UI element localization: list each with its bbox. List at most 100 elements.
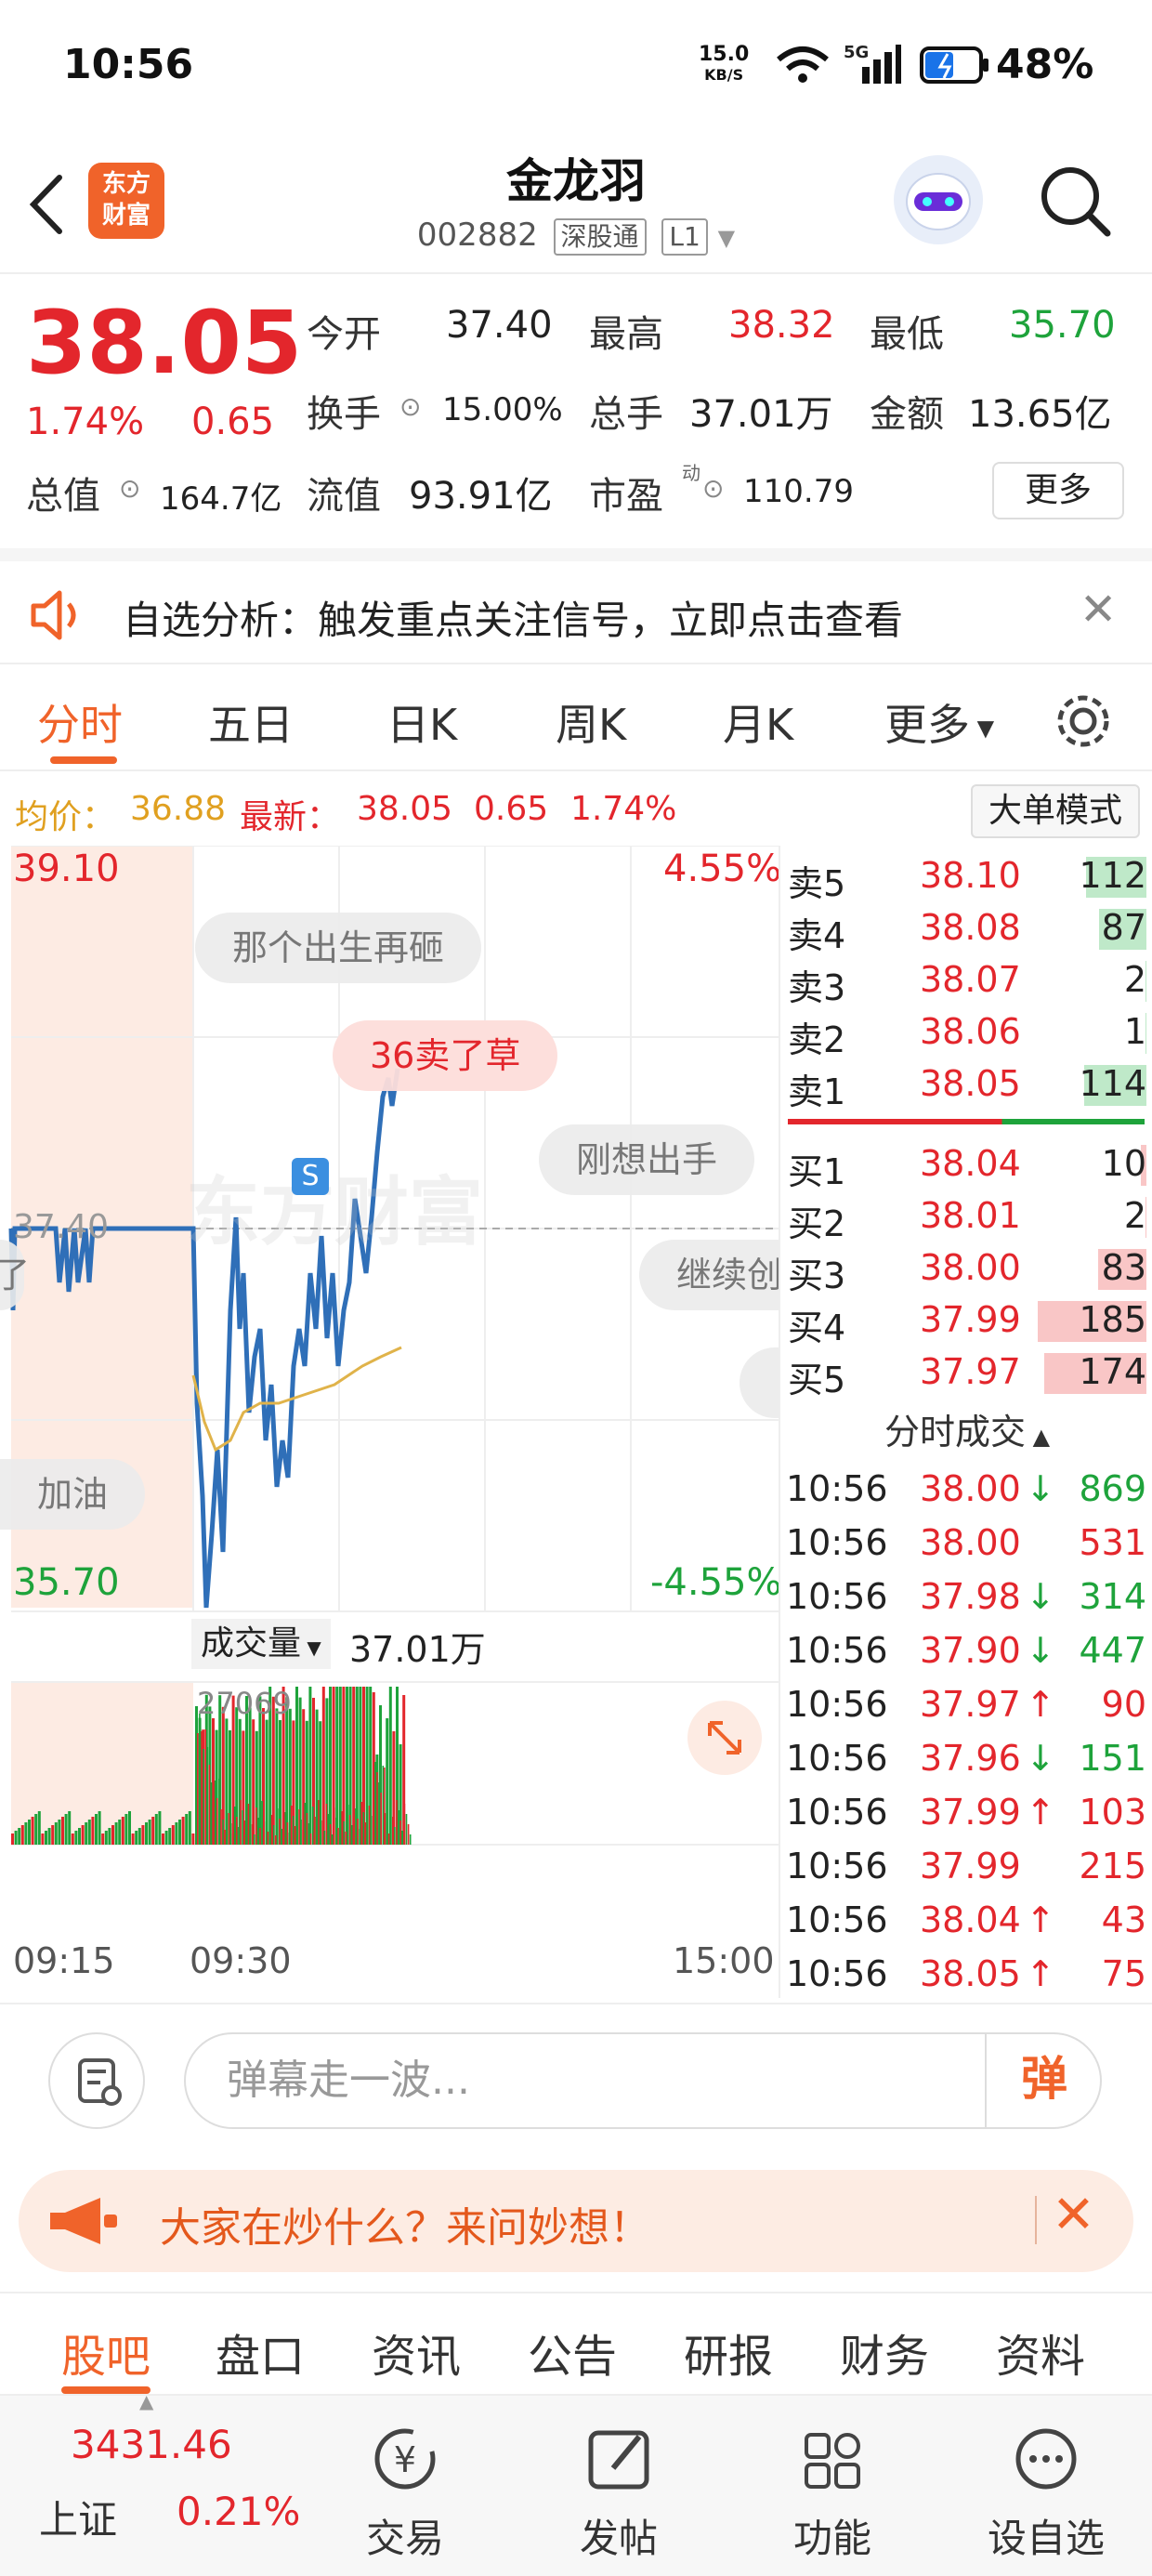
volume-bar	[78, 1828, 81, 1845]
nav-functions[interactable]: 功能	[749, 2396, 916, 2576]
volume-bar	[365, 1687, 369, 1845]
ask-label: 卖4	[788, 915, 846, 956]
volume-bar	[378, 1782, 380, 1845]
danmu-bubble[interactable]: 那个出生再砸	[195, 913, 482, 983]
tab-announcements[interactable]: 公告	[528, 2320, 617, 2385]
volume-bar	[216, 1798, 218, 1845]
volume-bar	[380, 1793, 382, 1845]
trade-direction: ↑	[1026, 1684, 1055, 1725]
bid-row[interactable]: 买3 38.00 83	[780, 1243, 1152, 1296]
chart-tabs: 分时 五日 日K 周K 月K 更多 ▼	[0, 667, 1152, 771]
tab-finance[interactable]: 财务	[840, 2320, 929, 2385]
watermark: 东方财富	[186, 1169, 483, 1255]
volume-bar	[398, 1810, 399, 1845]
sell-marker[interactable]: S	[292, 1158, 329, 1195]
tab-five-day[interactable]: 五日	[208, 691, 294, 753]
volume-bar	[154, 1814, 158, 1845]
turnover-label: 换手	[307, 393, 381, 436]
close-icon[interactable]: ✕	[1080, 584, 1117, 636]
volume-bar	[162, 1833, 164, 1845]
tab-intraday[interactable]: 分时	[37, 691, 123, 753]
ask-row[interactable]: 卖5 38.10 112	[780, 851, 1152, 904]
danmu-settings-icon[interactable]	[48, 2032, 145, 2129]
ask-volume: 87	[1101, 907, 1146, 948]
volume-bar	[389, 1807, 392, 1845]
more-button[interactable]: 更多	[992, 462, 1124, 519]
volume-bar	[337, 1828, 339, 1845]
settings-gear-icon[interactable]	[1052, 690, 1115, 753]
ai-promo-banner[interactable]: 大家在炒什么？来问妙想！ ✕	[19, 2170, 1133, 2272]
bid-row[interactable]: 买4 37.99 185	[780, 1295, 1152, 1348]
dropdown-icon[interactable]: ▼	[718, 225, 735, 251]
bid-row[interactable]: 买1 38.04 10	[780, 1139, 1152, 1192]
nav-trade[interactable]: ¥ 交易	[321, 2396, 489, 2576]
danmu-send-button[interactable]: 弹	[985, 2032, 1102, 2129]
trade-direction: ↓	[1026, 1468, 1055, 1509]
volume-bar	[238, 1827, 240, 1845]
volume-bar	[224, 1830, 226, 1845]
volume-bar	[296, 1799, 298, 1845]
robot-avatar[interactable]	[894, 155, 983, 244]
y-top-label: 39.10	[13, 848, 120, 890]
tab-profile[interactable]: 资料	[996, 2320, 1085, 2385]
tab-news[interactable]: 资讯	[372, 2320, 461, 2385]
tab-handicap[interactable]: 盘口	[216, 2320, 305, 2385]
volume-bar	[220, 1809, 222, 1845]
ask-row[interactable]: 卖2 38.06 1	[780, 1007, 1152, 1060]
index-ticker[interactable]: ▲ 3431.46 上证 0.21%	[0, 2390, 316, 2576]
ask-price: 38.06	[920, 1011, 1021, 1052]
volume-bar	[259, 1828, 261, 1845]
alert-banner[interactable]: 自选分析：触发重点关注信号，立即点击查看 ✕	[0, 548, 1152, 664]
ask-row[interactable]: 卖4 38.08 87	[780, 903, 1152, 956]
danmu-bubble[interactable]: 36卖了草	[333, 1020, 558, 1091]
tab-more[interactable]: 更多 ▼	[884, 691, 994, 753]
latest-change: 0.65	[474, 790, 549, 828]
danmu-input-bar: 弹幕走一波... 弹	[0, 2003, 1152, 2161]
tab-research[interactable]: 研报	[684, 2320, 773, 2385]
volume-bar	[185, 1814, 189, 1845]
order-book: 卖5 38.10 112 卖4 38.08 87 卖3 38.07 2 卖2 38.06 1 卖1 38.…	[779, 846, 1152, 1998]
volume-bar	[374, 1762, 376, 1845]
nav-add-watchlist[interactable]: 设自选	[962, 2396, 1130, 2576]
trades-title[interactable]: 分时成交 ▲	[780, 1403, 1152, 1454]
info-icon[interactable]: ⊙	[702, 473, 724, 504]
volume-bar	[329, 1687, 332, 1845]
danmu-input[interactable]: 弹幕走一波...	[184, 2032, 1102, 2129]
volume-bar	[357, 1819, 359, 1845]
volume-bar	[98, 1811, 101, 1845]
expand-icon[interactable]	[687, 1701, 762, 1775]
ask-row[interactable]: 卖3 38.07 2	[780, 955, 1152, 1008]
tab-forum[interactable]: 股吧	[61, 2320, 151, 2385]
intraday-chart[interactable]: 东方财富 39.10 35.70 4.55% -4.55% 37.40 S 那个…	[0, 846, 782, 1998]
tab-weekly-k[interactable]: 周K	[556, 691, 626, 753]
tab-monthly-k[interactable]: 月K	[723, 691, 793, 753]
close-icon[interactable]: ✕	[1052, 2185, 1095, 2245]
search-icon[interactable]	[1037, 163, 1115, 241]
volume-dropdown[interactable]: 成交量 ▼	[191, 1619, 331, 1669]
amount-label: 金额	[870, 393, 944, 436]
info-icon[interactable]: ⊙	[119, 473, 140, 504]
tab-daily-k[interactable]: 日K	[386, 691, 457, 753]
info-icon[interactable]: ⊙	[399, 391, 421, 422]
nav-post[interactable]: 发帖	[535, 2396, 702, 2576]
volume-bar	[368, 1806, 371, 1845]
promo-text: 大家在炒什么？来问妙想！	[160, 2204, 650, 2252]
avg-value: 36.88	[130, 790, 227, 828]
trade-yen-icon: ¥	[374, 2428, 436, 2490]
volume-bar	[104, 1831, 108, 1845]
danmu-bubble[interactable]: 刚想出手	[539, 1124, 755, 1195]
danmu-bubble[interactable]: 继续创	[639, 1240, 780, 1310]
big-order-mode-button[interactable]: 大单模式	[971, 784, 1140, 838]
ask-row[interactable]: 卖1 38.05 114	[780, 1059, 1152, 1112]
volume-bar	[101, 1833, 105, 1845]
volume-bar	[249, 1814, 252, 1845]
trade-volume: 447	[1079, 1630, 1146, 1671]
avg-label: 均价：	[15, 798, 116, 836]
danmu-bubble[interactable]: 加油	[0, 1459, 146, 1530]
volume-bar	[229, 1823, 232, 1845]
bid-row[interactable]: 买2 38.01 2	[780, 1191, 1152, 1244]
bid-row[interactable]: 买5 37.97 174	[780, 1347, 1152, 1400]
volume-bar	[240, 1800, 242, 1845]
volume-bar	[405, 1814, 408, 1845]
more-dots-icon	[1015, 2428, 1077, 2490]
